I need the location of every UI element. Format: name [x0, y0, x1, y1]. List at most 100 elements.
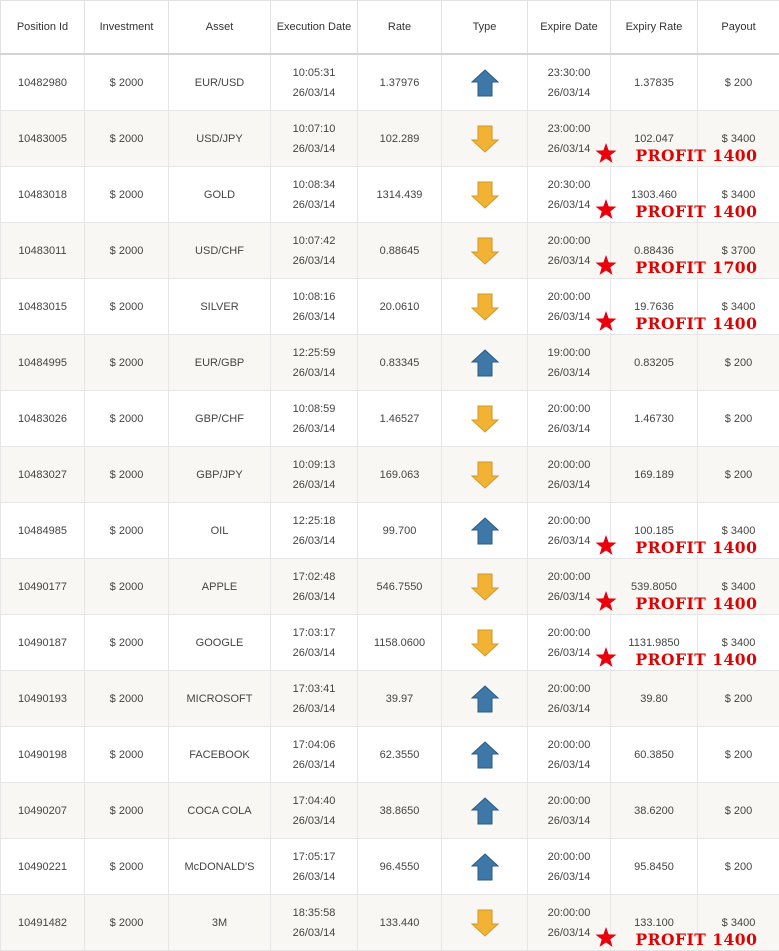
expire-time: 20:00:00 [528, 287, 610, 307]
expire-time: 23:00:00 [528, 119, 610, 139]
expire-time: 19:00:00 [528, 343, 610, 363]
asset-name: MICROSOFT [187, 693, 253, 705]
investment-cell: $ 2000 [85, 559, 169, 615]
type-cell [442, 895, 528, 951]
down-arrow-icon [470, 236, 500, 266]
down-arrow-icon [470, 124, 500, 154]
asset-cell: USD/JPY [169, 111, 271, 167]
execution-time: 10:07:10 [271, 119, 357, 139]
execution-time: 18:35:58 [271, 903, 357, 923]
payout-cell: $ 200 [698, 447, 779, 503]
table-row[interactable]: 10484995$ 2000EUR/GBP12:25:5926/03/140.8… [1, 335, 779, 391]
execution-date: 26/03/14 [271, 83, 357, 103]
expiry-rate-cell: 38.6200 [611, 783, 698, 839]
table-row[interactable]: 10490187$ 2000GOOGLE17:03:1726/03/141158… [1, 615, 779, 671]
expire-date: 26/03/14 [528, 587, 610, 607]
expiry-rate-cell: 1.37835 [611, 54, 698, 111]
table-row[interactable]: 10482980$ 2000EUR/USD10:05:3126/03/141.3… [1, 54, 779, 111]
rate-cell: 1158.0600 [358, 615, 442, 671]
col-header-investment[interactable]: Investment [85, 1, 169, 55]
payout-cell: $ 200 [698, 839, 779, 895]
position-id-cell: 10490193 [1, 671, 85, 727]
asset-name: EUR/GBP [195, 357, 245, 369]
execution-date: 26/03/14 [271, 811, 357, 831]
asset-name: 3M [212, 917, 227, 929]
type-cell [442, 447, 528, 503]
table-row[interactable]: 10484985$ 2000OIL12:25:1826/03/1499.7002… [1, 503, 779, 559]
expire-date-cell: 20:00:0026/03/14 [528, 279, 611, 335]
execution-date-cell: 10:07:4226/03/14 [271, 223, 358, 279]
investment-amount: $ 2000 [110, 861, 144, 873]
position-id: 10490221 [18, 861, 67, 873]
expire-date-cell: 20:00:0026/03/14 [528, 671, 611, 727]
position-id-cell: 10490221 [1, 839, 85, 895]
table-row[interactable]: 10490221$ 2000McDONALD'S17:05:1726/03/14… [1, 839, 779, 895]
expire-date-cell: 20:00:0026/03/14 [528, 391, 611, 447]
expiry-rate-value: 38.6200 [634, 805, 674, 817]
asset-name: FACEBOOK [189, 749, 250, 761]
execution-time: 17:03:17 [271, 623, 357, 643]
expiry-rate-value: 1303.460 [631, 189, 677, 201]
execution-date-cell: 10:08:1626/03/14 [271, 279, 358, 335]
col-header-asset[interactable]: Asset [169, 1, 271, 55]
table-row[interactable]: 10483018$ 2000GOLD10:08:3426/03/141314.4… [1, 167, 779, 223]
expire-date: 26/03/14 [528, 699, 610, 719]
asset-cell: 3M [169, 895, 271, 951]
payout-amount: $ 3700 [722, 245, 756, 257]
type-cell [442, 783, 528, 839]
execution-time: 17:05:17 [271, 847, 357, 867]
execution-time: 10:09:13 [271, 455, 357, 475]
table-row[interactable]: 10483005$ 2000USD/JPY10:07:1026/03/14102… [1, 111, 779, 167]
payout-amount: $ 200 [725, 749, 753, 761]
table-row[interactable]: 10483011$ 2000USD/CHF10:07:4226/03/140.8… [1, 223, 779, 279]
table-row[interactable]: 10491482$ 20003M18:35:5826/03/14133.4402… [1, 895, 779, 951]
investment-cell: $ 2000 [85, 839, 169, 895]
type-cell [442, 671, 528, 727]
payout-amount: $ 3400 [722, 637, 756, 649]
col-header-rate[interactable]: Rate [358, 1, 442, 55]
investment-amount: $ 2000 [110, 413, 144, 425]
expire-date-cell: 23:00:0026/03/14 [528, 111, 611, 167]
investment-amount: $ 2000 [110, 189, 144, 201]
table-row[interactable]: 10490198$ 2000FACEBOOK17:04:0626/03/1462… [1, 727, 779, 783]
down-arrow-icon [470, 404, 500, 434]
investment-amount: $ 2000 [110, 805, 144, 817]
type-cell [442, 559, 528, 615]
asset-cell: GBP/JPY [169, 447, 271, 503]
position-id: 10490193 [18, 693, 67, 705]
col-header-expire-date[interactable]: Expire Date [528, 1, 611, 55]
table-header: Position Id Investment Asset Execution D… [1, 1, 779, 55]
up-arrow-icon [470, 796, 500, 826]
rate-cell: 546.7550 [358, 559, 442, 615]
expiry-rate-cell: 0.88436 [611, 223, 698, 279]
execution-time: 10:08:59 [271, 399, 357, 419]
position-id: 10490198 [18, 749, 67, 761]
position-id-cell: 10484995 [1, 335, 85, 391]
asset-cell: McDONALD'S [169, 839, 271, 895]
table-row[interactable]: 10483027$ 2000GBP/JPY10:09:1326/03/14169… [1, 447, 779, 503]
position-id: 10483027 [18, 469, 67, 481]
expire-date-cell: 20:00:0026/03/14 [528, 727, 611, 783]
rate-value: 62.3550 [380, 749, 420, 761]
expire-time: 20:00:00 [528, 511, 610, 531]
col-header-position-id[interactable]: Position Id [1, 1, 85, 55]
investment-amount: $ 2000 [110, 637, 144, 649]
payout-cell: $ 3700 [698, 223, 779, 279]
expiry-rate-value: 100.185 [634, 525, 674, 537]
execution-date-cell: 10:08:3426/03/14 [271, 167, 358, 223]
col-header-expiry-rate[interactable]: Expiry Rate [611, 1, 698, 55]
table-row[interactable]: 10490207$ 2000COCA COLA17:04:4026/03/143… [1, 783, 779, 839]
table-row[interactable]: 10490193$ 2000MICROSOFT17:03:4126/03/143… [1, 671, 779, 727]
table-row[interactable]: 10483015$ 2000SILVER10:08:1626/03/1420.0… [1, 279, 779, 335]
rate-value: 102.289 [380, 133, 420, 145]
asset-name: SILVER [200, 301, 238, 313]
payout-amount: $ 200 [725, 357, 753, 369]
col-header-type[interactable]: Type [442, 1, 528, 55]
down-arrow-icon [470, 292, 500, 322]
table-row[interactable]: 10490177$ 2000APPLE17:02:4826/03/14546.7… [1, 559, 779, 615]
col-header-execution-date[interactable]: Execution Date [271, 1, 358, 55]
col-header-payout[interactable]: Payout [698, 1, 779, 55]
expiry-rate-cell: 1131.9850 [611, 615, 698, 671]
table-row[interactable]: 10483026$ 2000GBP/CHF10:08:5926/03/141.4… [1, 391, 779, 447]
asset-cell: OIL [169, 503, 271, 559]
